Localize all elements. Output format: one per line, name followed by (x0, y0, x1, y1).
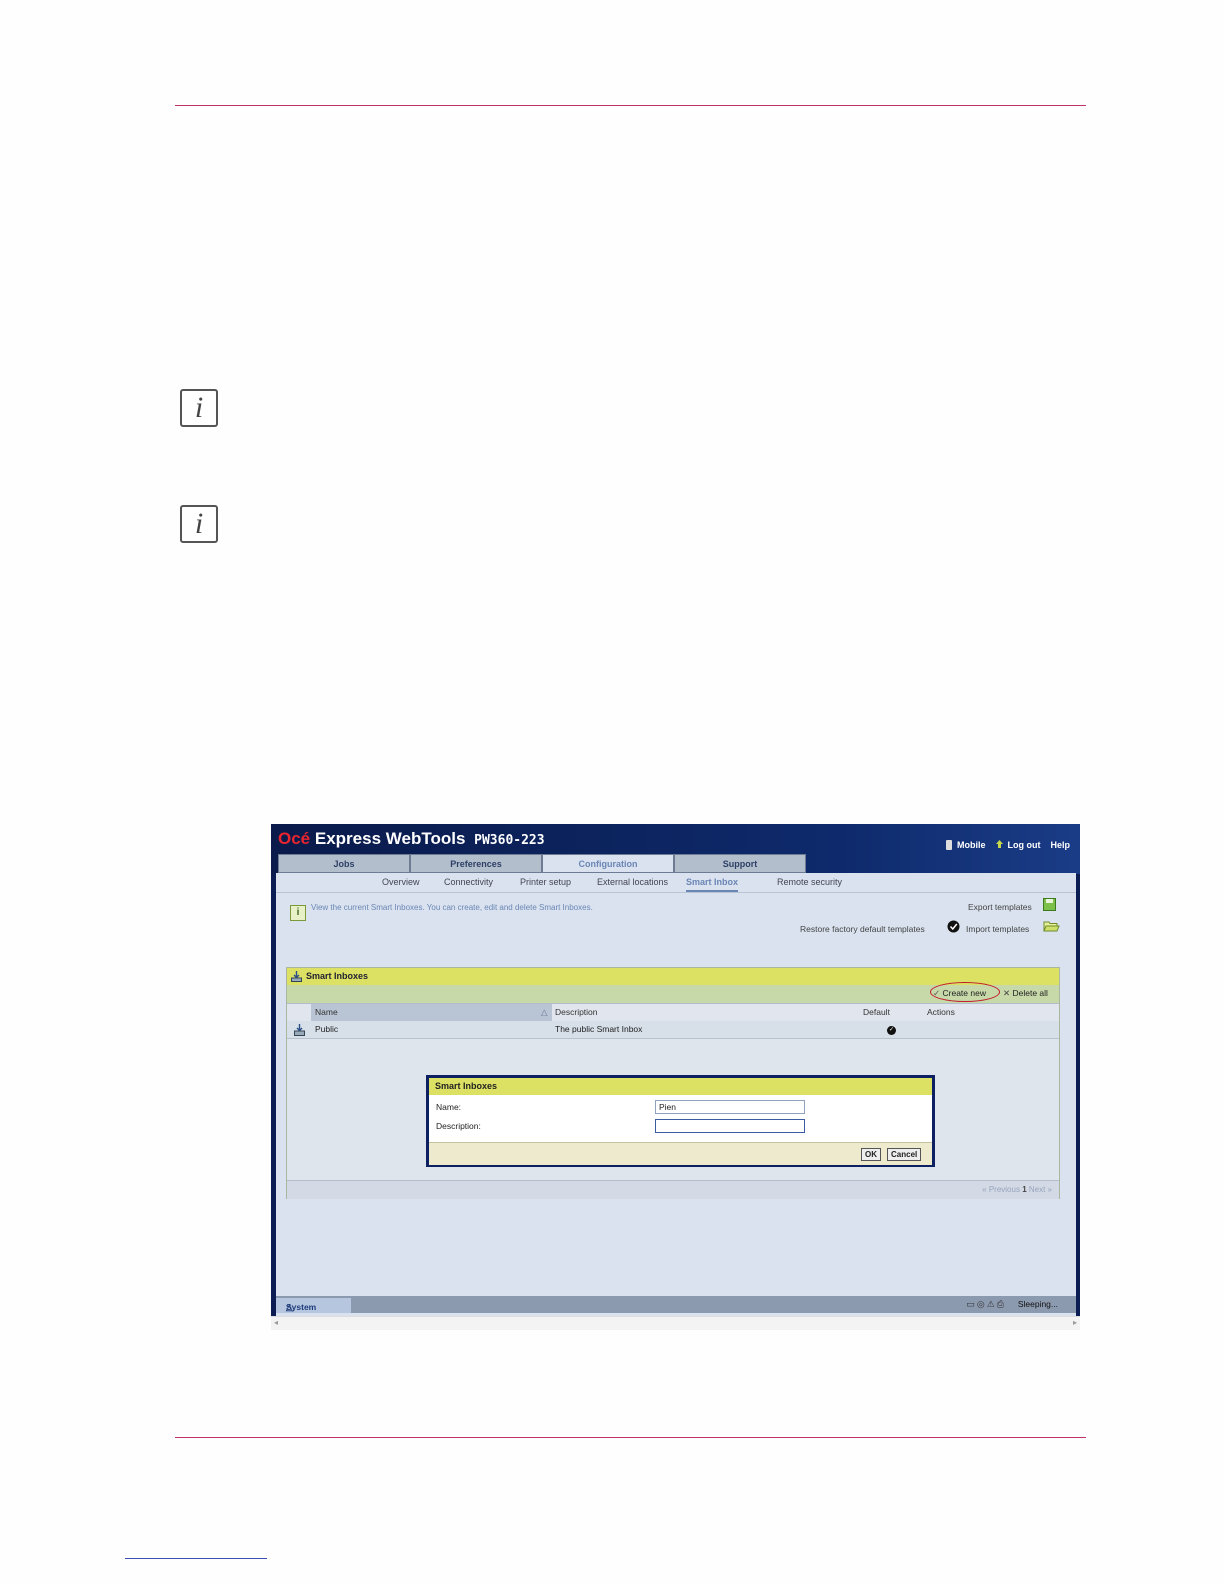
restore-defaults-link[interactable]: Restore factory default templates (800, 924, 925, 934)
restore-icon[interactable] (947, 920, 960, 933)
subnav-overview[interactable]: Overview (382, 877, 420, 887)
column-actions: Actions (927, 1007, 955, 1017)
dialog-header: Smart Inboxes (429, 1078, 932, 1095)
system-tab[interactable]: △ System (276, 1298, 351, 1313)
dialog-title: Smart Inboxes (435, 1081, 498, 1091)
pager: « Previous 1 Next » (287, 1180, 1059, 1199)
delete-icon: ✕ (1003, 988, 1011, 998)
table-row[interactable]: Public The public Smart Inbox ✓ (287, 1021, 1059, 1039)
logout-link[interactable]: Log out (995, 840, 1040, 850)
webtools-screenshot: Océ Express WebTools PW360-223 Mobile Lo… (271, 824, 1080, 1330)
main-tabs: Jobs Preferences Configuration Support (278, 854, 806, 873)
printer-state: Sleeping... (1017, 1299, 1058, 1309)
tab-jobs[interactable]: Jobs (278, 854, 410, 873)
subnav-smart-inbox[interactable]: Smart Inbox (686, 877, 739, 892)
subnav-connectivity[interactable]: Connectivity (444, 877, 493, 887)
horizontal-scrollbar[interactable]: ◂ ▸ (271, 1316, 1080, 1330)
printer-model: PW360-223 (474, 833, 545, 848)
top-rule (175, 105, 1086, 106)
panel-title: Smart Inboxes (306, 971, 369, 981)
subnav-printer-setup[interactable]: Printer setup (520, 877, 571, 887)
description-field[interactable] (655, 1119, 805, 1133)
sort-ascending-icon: △ (541, 1007, 548, 1017)
row-name: Public (315, 1024, 339, 1034)
app-title: Express WebTools (314, 829, 466, 848)
folder-open-icon[interactable] (1043, 920, 1060, 933)
name-field[interactable] (655, 1100, 805, 1114)
footer-line (125, 1558, 267, 1559)
delete-all-button[interactable]: ✕ Delete all (1003, 988, 1048, 999)
info-icon: i (290, 905, 306, 921)
pager-previous[interactable]: « Previous (982, 1185, 1020, 1194)
column-description[interactable]: Description (555, 1007, 598, 1017)
row-description: The public Smart Inbox (555, 1024, 643, 1034)
info-note-icon: i (180, 505, 218, 543)
info-text: View the current Smart Inboxes. You can … (311, 903, 593, 912)
dialog-footer: OK Cancel (429, 1142, 932, 1165)
mobile-link[interactable]: Mobile (945, 840, 985, 850)
subnav-remote-security[interactable]: Remote security (777, 877, 842, 887)
name-column-highlight (311, 1004, 552, 1021)
inbox-icon (291, 971, 302, 982)
name-label: Name: (436, 1102, 462, 1112)
brand-name: Océ (278, 829, 311, 848)
save-icon[interactable] (1043, 898, 1056, 911)
logout-icon (996, 840, 1004, 848)
pager-current-page: 1 (1022, 1185, 1027, 1194)
import-templates-link[interactable]: Import templates (966, 924, 1029, 934)
ok-button[interactable]: OK (861, 1148, 881, 1161)
help-link[interactable]: Help (1050, 840, 1070, 850)
column-default[interactable]: Default (863, 1007, 890, 1017)
column-name[interactable]: Name (315, 1007, 338, 1017)
app-logo: Océ Express WebTools PW360-223 (278, 829, 545, 849)
export-templates-link[interactable]: Export templates (968, 902, 1032, 912)
printer-status-icons: ▭◎⚠⎙ (966, 1299, 1006, 1309)
status-bar: △ System ▭◎⚠⎙ Sleeping... (276, 1296, 1076, 1313)
top-links: Mobile Log out Help (945, 840, 1070, 850)
table-header: Name △ Description Default Actions (287, 1003, 1059, 1022)
inbox-icon (294, 1024, 305, 1036)
tab-preferences[interactable]: Preferences (410, 854, 542, 873)
pencil-icon: ✓ (933, 988, 941, 998)
pager-next[interactable]: Next » (1029, 1185, 1052, 1194)
description-label: Description: (436, 1121, 481, 1131)
default-check-icon: ✓ (887, 1026, 896, 1035)
sub-navigation: Overview Connectivity Printer setup Exte… (276, 873, 1076, 893)
info-note-icon: i (180, 389, 218, 427)
panel-toolbar: ✓ Create new ✕ Delete all (287, 982, 1059, 1003)
tab-support[interactable]: Support (674, 854, 806, 873)
scroll-left-icon[interactable]: ◂ (274, 1318, 278, 1327)
app-header: Océ Express WebTools PW360-223 Mobile Lo… (271, 824, 1080, 874)
cancel-button[interactable]: Cancel (887, 1148, 922, 1161)
mobile-icon (945, 840, 952, 850)
create-new-button[interactable]: ✓ Create new (933, 988, 986, 999)
bottom-rule (175, 1437, 1086, 1438)
main-content: Overview Connectivity Printer setup Exte… (276, 873, 1076, 1319)
scroll-right-icon[interactable]: ▸ (1073, 1318, 1077, 1327)
create-smart-inbox-dialog: Smart Inboxes Name: Description: OK Canc… (426, 1075, 935, 1167)
subnav-external-locations[interactable]: External locations (597, 877, 668, 887)
panel-header: Smart Inboxes (287, 968, 1059, 985)
tab-configuration[interactable]: Configuration (542, 854, 674, 873)
